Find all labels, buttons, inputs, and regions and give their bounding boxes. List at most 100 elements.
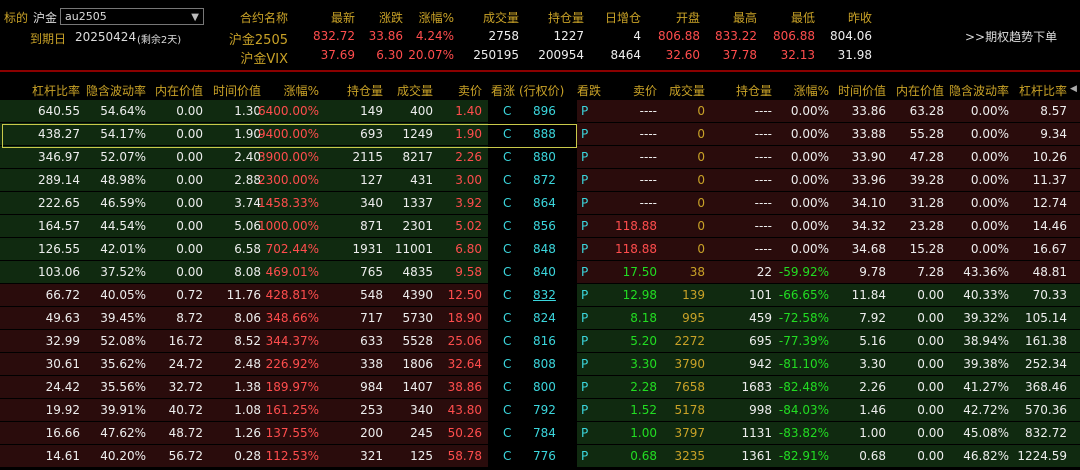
table-row[interactable]: 640.55 54.64% 0.00 1.30 6400.00% 149 400 1.40 C 8… [0,100,1080,123]
call-flag[interactable]: C [503,123,511,146]
put-flag[interactable]: P [581,169,588,192]
table-row[interactable]: 49.63 39.45% 8.72 8.06 348.66% 717 5730 18.90 C 8… [0,307,1080,330]
put-flag[interactable]: P [581,261,588,284]
strike-price[interactable]: 848 [533,238,556,261]
strike-price[interactable]: 880 [533,146,556,169]
call-flag[interactable]: C [503,169,511,192]
table-row[interactable]: 164.57 44.54% 0.00 5.06 1000.00% 871 2301 5.02 C… [0,215,1080,238]
column-header-call[interactable]: 看涨 [491,82,515,99]
strike-price[interactable]: 784 [533,422,556,445]
column-header[interactable]: 隐含波动率 [949,82,1009,99]
put-flag[interactable]: P [581,284,588,307]
put-flag[interactable]: P [581,399,588,422]
column-header[interactable]: 成交量 [669,82,705,99]
call-flag[interactable]: C [503,307,511,330]
table-row[interactable]: 222.65 46.59% 0.00 3.74 1458.33% 340 1337 3.92 C… [0,192,1080,215]
column-header[interactable]: 杠杆比率 [32,82,80,99]
column-header-strike[interactable]: (行权价) [519,82,564,99]
column-header[interactable]: 涨幅% [794,82,829,99]
strike-price[interactable]: 808 [533,353,556,376]
call-flag[interactable]: C [503,100,511,123]
table-row[interactable]: 103.06 37.52% 0.00 8.08 469.01% 765 4835 9.58 C 8… [0,261,1080,284]
call-flag[interactable]: C [503,146,511,169]
column-header[interactable]: 持仓量 [736,82,772,99]
put-flag[interactable]: P [581,445,588,468]
scroll-left-icon[interactable]: ◀ [1070,84,1077,94]
column-header[interactable]: 卖价 [633,82,657,99]
contract-select[interactable]: au2505 ▼ [60,8,204,25]
table-row[interactable]: 438.27 54.17% 0.00 1.90 9400.00% 693 1249 1.90 C… [0,123,1080,146]
table-row[interactable]: 126.55 42.01% 0.00 6.58 702.44% 1931 11001 6.80… [0,238,1080,261]
column-header-put[interactable]: 看跌 [577,82,601,99]
strike-price[interactable]: 824 [533,307,556,330]
column-header[interactable]: 内在价值 [155,82,203,99]
put-cell: -83.82% [778,426,829,440]
put-flag[interactable]: P [581,376,588,399]
call-flag[interactable]: C [503,422,511,445]
strike-price[interactable]: 896 [533,100,556,123]
strike-price[interactable]: 792 [533,399,556,422]
table-row[interactable]: 24.42 35.56% 32.72 1.38 189.97% 984 1407 38.86 C… [0,376,1080,399]
column-header[interactable]: 时间价值 [838,82,886,99]
put-flag[interactable]: P [581,100,588,123]
strike-price[interactable]: 832 [533,284,556,307]
call-flag[interactable]: C [503,215,511,238]
option-trend-order-button[interactable]: >>期权趋势下单 [965,28,1057,45]
strike-price[interactable]: 840 [533,261,556,284]
table-row[interactable]: 16.66 47.62% 48.72 1.26 137.55% 200 245 50.26 C 7… [0,422,1080,445]
call-flag[interactable]: C [503,238,511,261]
column-header[interactable]: 持仓量 [347,82,383,99]
table-row[interactable]: 14.61 40.20% 56.72 0.28 112.53% 321 125 58.78 C 7… [0,445,1080,468]
column-header[interactable]: 卖价 [458,82,482,99]
put-cell: 0 [697,127,705,141]
call-cell: 8.72 [176,311,203,325]
call-flag[interactable]: C [503,261,511,284]
put-flag[interactable]: P [581,146,588,169]
strike-price[interactable]: 800 [533,376,556,399]
column-header[interactable]: 涨幅% [284,82,319,99]
call-flag[interactable]: C [503,376,511,399]
put-flag[interactable]: P [581,215,588,238]
put-flag[interactable]: P [581,353,588,376]
table-row[interactable]: 19.92 39.91% 40.72 1.08 161.25% 253 340 43.80 C 7… [0,399,1080,422]
put-flag[interactable]: P [581,422,588,445]
column-header[interactable]: 时间价值 [213,82,261,99]
strike-price[interactable]: 816 [533,330,556,353]
call-flag[interactable]: C [503,192,511,215]
call-cell: 2.26 [455,150,482,164]
put-cell: 15.28 [909,242,944,256]
table-row[interactable]: 289.14 48.98% 0.00 2.88 2300.00% 127 431 3.00 C 8… [0,169,1080,192]
table-row[interactable]: 346.97 52.07% 0.00 2.40 3900.00% 2115 8217 2.26… [0,146,1080,169]
table-row[interactable]: 30.61 35.62% 24.72 2.48 226.92% 338 1806 32.64 C… [0,353,1080,376]
strike-price[interactable]: 856 [533,215,556,238]
call-cell: 0.00 [176,127,203,141]
put-flag[interactable]: P [581,238,588,261]
put-flag[interactable]: P [581,330,588,353]
call-cell: 3.92 [455,196,482,210]
strike-price[interactable]: 888 [533,123,556,146]
column-header[interactable]: 隐含波动率 [86,82,146,99]
column-header[interactable]: 内在价值 [896,82,944,99]
table-row[interactable]: 32.99 52.08% 16.72 8.52 344.37% 633 5528 25.06 C… [0,330,1080,353]
put-flag[interactable]: P [581,123,588,146]
chevron-down-icon[interactable]: ▼ [191,10,199,25]
put-flag[interactable]: P [581,307,588,330]
put-cell: ---- [754,173,772,187]
put-flag[interactable]: P [581,192,588,215]
column-header[interactable]: 杠杆比率 [1019,82,1067,99]
call-cell: 6.80 [455,242,482,256]
call-cell: 1000.00% [257,219,319,233]
strike-price[interactable]: 864 [533,192,556,215]
put-cell: 11.37 [1032,173,1067,187]
strike-price[interactable]: 776 [533,445,556,468]
put-cell: 101 [749,288,772,302]
call-cell: 43.80 [447,403,482,417]
call-flag[interactable]: C [503,330,511,353]
column-header[interactable]: 成交量 [397,82,433,99]
call-flag[interactable]: C [503,353,511,376]
table-row[interactable]: 66.72 40.05% 0.72 11.76 428.81% 548 4390 12.50 C… [0,284,1080,307]
call-flag[interactable]: C [503,399,511,422]
call-flag[interactable]: C [503,284,511,307]
call-flag[interactable]: C [503,445,511,468]
strike-price[interactable]: 872 [533,169,556,192]
